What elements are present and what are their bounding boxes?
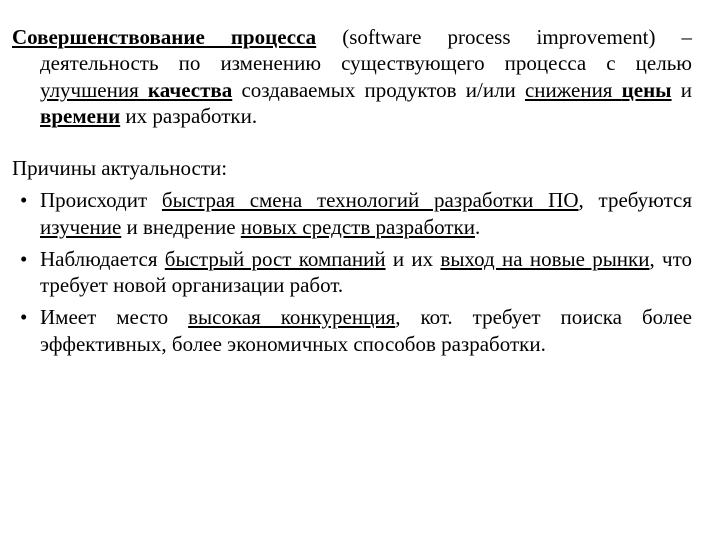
document-page: Совершенствование процесса (software pro… <box>0 0 720 540</box>
definition-tail: их разработки. <box>120 104 257 128</box>
definition-paragraph: Совершенствование процесса (software pro… <box>12 24 692 129</box>
list-item: Наблюдается быстрый рост компаний и их в… <box>40 246 692 299</box>
definition-improve: улучшения <box>40 78 148 102</box>
definition-term: Совершенствование процесса <box>12 25 316 49</box>
definition-reduce: снижения <box>525 78 622 102</box>
definition-time: времени <box>40 104 120 128</box>
reasons-list: Происходит быстрая смена технологий разр… <box>12 187 692 357</box>
list-item: Имеет место высокая конкуренция, кот. тр… <box>40 304 692 357</box>
definition-and: и <box>672 78 692 102</box>
definition-price: цены <box>622 78 672 102</box>
definition-quality: качества <box>148 78 232 102</box>
reasons-heading: Причины актуальности: <box>12 155 692 181</box>
list-item: Происходит быстрая смена технологий разр… <box>40 187 692 240</box>
definition-mid2: создаваемых продуктов и/или <box>232 78 525 102</box>
